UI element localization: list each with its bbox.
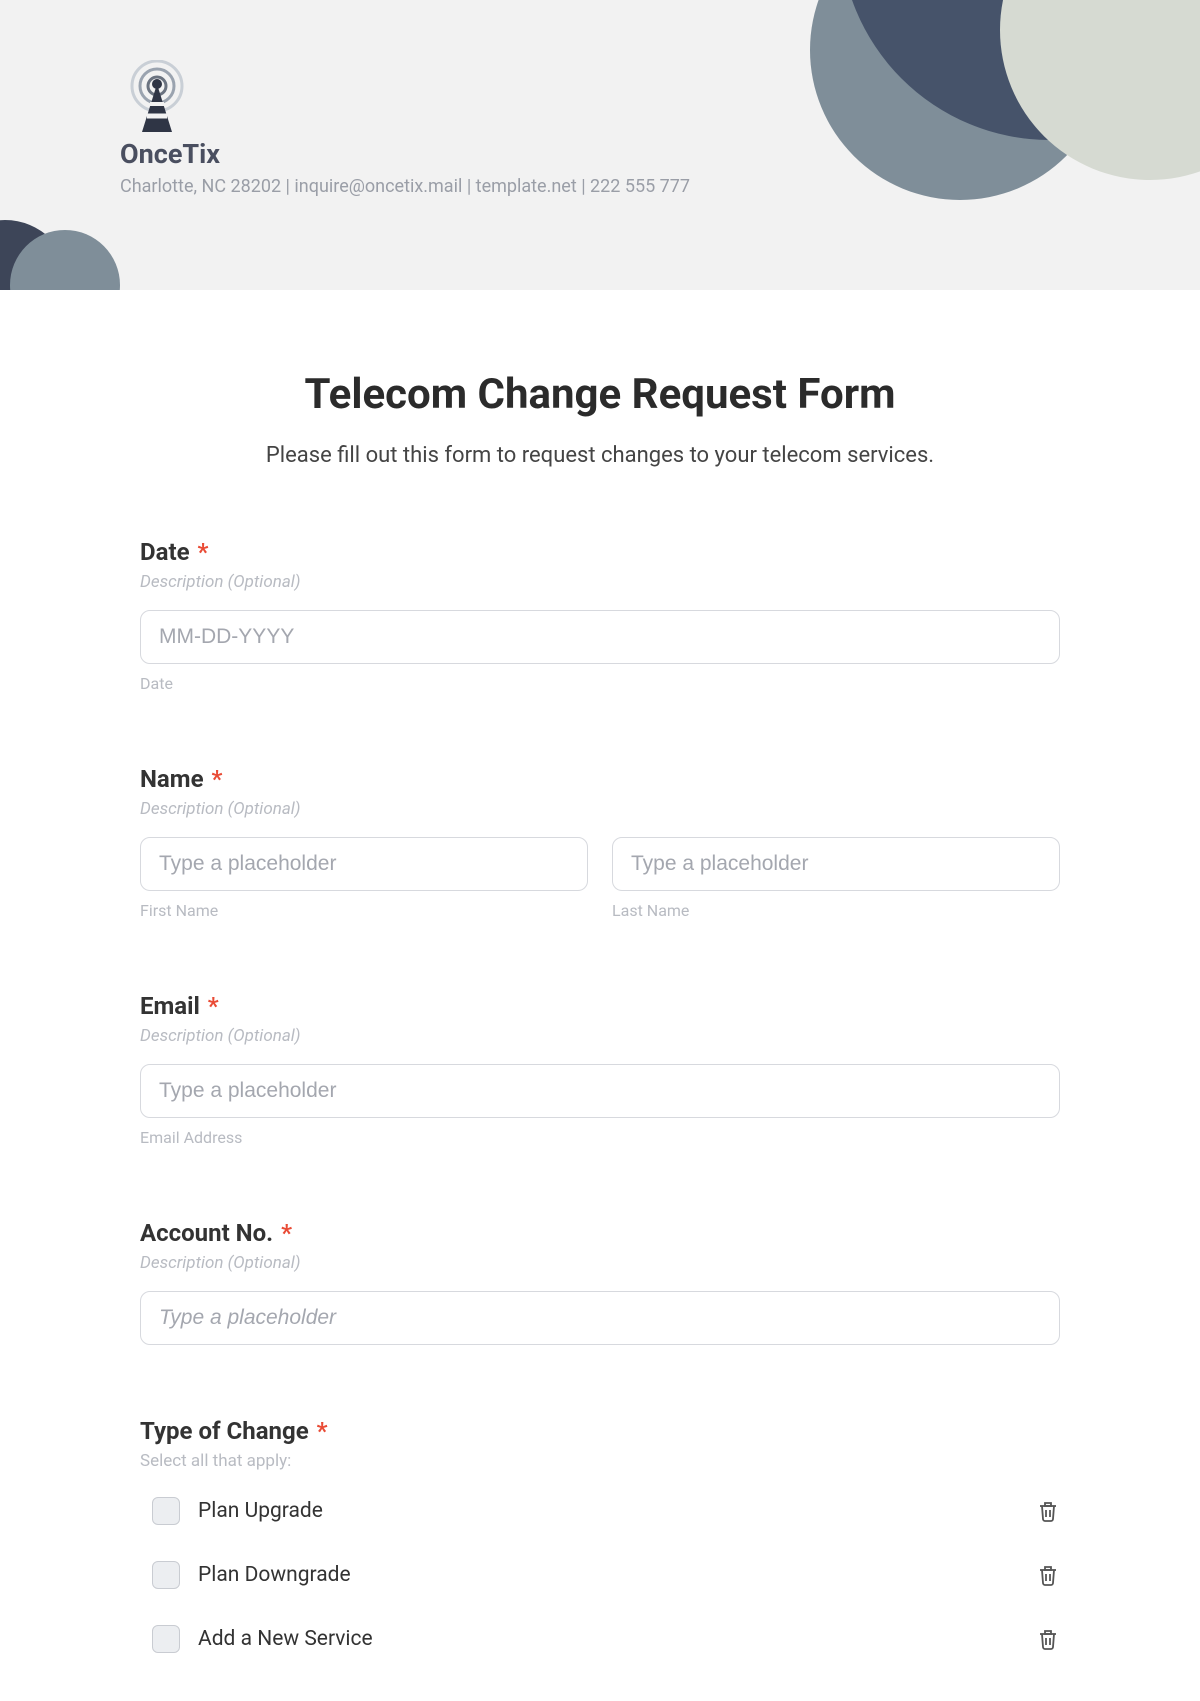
account-number-input[interactable] <box>140 1291 1060 1345</box>
last-name-input[interactable] <box>612 837 1060 891</box>
field-group-change-type: Type of Change * Select all that apply: … <box>140 1417 1060 1661</box>
label-text: Date <box>140 538 190 566</box>
required-asterisk: * <box>202 992 219 1020</box>
field-sublabel: Last Name <box>612 901 1060 920</box>
field-description: Description (Optional) <box>140 1026 1060 1046</box>
checkbox-label: Plan Downgrade <box>198 1563 351 1587</box>
field-group-name: Name * Description (Optional) First Name… <box>140 765 1060 920</box>
field-label: Account No. * <box>140 1219 1060 1247</box>
email-input[interactable] <box>140 1064 1060 1118</box>
checkbox-label: Add a New Service <box>198 1627 373 1651</box>
label-text: Type of Change <box>140 1417 309 1445</box>
checkbox-label: Plan Upgrade <box>198 1499 323 1523</box>
trash-icon[interactable] <box>1036 1563 1060 1587</box>
label-text: Email <box>140 992 200 1020</box>
field-group-email: Email * Description (Optional) Email Add… <box>140 992 1060 1147</box>
field-label: Email * <box>140 992 1060 1020</box>
required-asterisk: * <box>206 765 223 793</box>
required-asterisk: * <box>311 1417 328 1445</box>
brand-name: OnceTix <box>120 138 1200 170</box>
checkbox-option: Add a New Service <box>140 1617 1060 1661</box>
form-container: Telecom Change Request Form Please fill … <box>140 290 1060 1701</box>
field-sublabel: First Name <box>140 901 588 920</box>
field-label: Type of Change * <box>140 1417 1060 1445</box>
required-asterisk: * <box>275 1219 292 1247</box>
page-header: OnceTix Charlotte, NC 28202 | inquire@on… <box>0 0 1200 290</box>
trash-icon[interactable] <box>1036 1627 1060 1651</box>
brand-logo-icon <box>120 60 194 134</box>
field-sublabel: Date <box>140 674 1060 693</box>
checkbox-option: Plan Upgrade <box>140 1489 1060 1533</box>
label-text: Account No. <box>140 1219 273 1247</box>
field-description: Description (Optional) <box>140 572 1060 592</box>
checkbox-add-new-service[interactable] <box>152 1625 180 1653</box>
form-title: Telecom Change Request Form <box>140 370 1060 419</box>
field-sublabel: Email Address <box>140 1128 1060 1147</box>
brand-meta: Charlotte, NC 28202 | inquire@oncetix.ma… <box>120 176 1200 197</box>
checkbox-option: Plan Downgrade <box>140 1553 1060 1597</box>
trash-icon[interactable] <box>1036 1499 1060 1523</box>
label-text: Name <box>140 765 204 793</box>
checkbox-plan-downgrade[interactable] <box>152 1561 180 1589</box>
field-description: Description (Optional) <box>140 1253 1060 1273</box>
date-input[interactable] <box>140 610 1060 664</box>
field-label: Name * <box>140 765 1060 793</box>
field-label: Date * <box>140 538 1060 566</box>
field-group-account: Account No. * Description (Optional) <box>140 1219 1060 1345</box>
field-helper: Select all that apply: <box>140 1451 1060 1471</box>
required-asterisk: * <box>192 538 209 566</box>
field-description: Description (Optional) <box>140 799 1060 819</box>
form-subtitle: Please fill out this form to request cha… <box>140 443 1060 468</box>
checkbox-plan-upgrade[interactable] <box>152 1497 180 1525</box>
first-name-input[interactable] <box>140 837 588 891</box>
field-group-date: Date * Description (Optional) Date <box>140 538 1060 693</box>
